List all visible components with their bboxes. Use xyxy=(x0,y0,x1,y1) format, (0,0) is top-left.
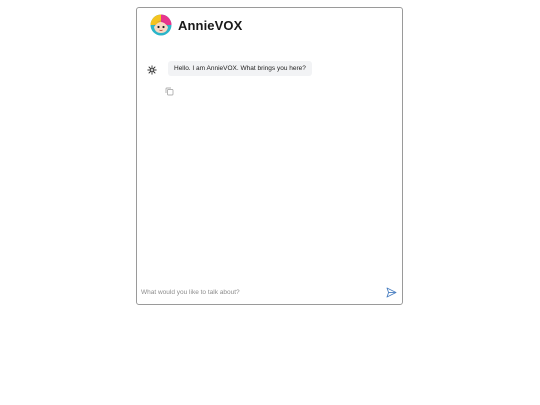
message-bubble: Hello. I am AnnieVOX. What brings you he… xyxy=(168,61,312,76)
message-composer xyxy=(141,284,398,300)
chat-header: AnnieVOX xyxy=(150,14,242,36)
annievox-avatar-icon xyxy=(150,14,172,36)
copy-icon[interactable] xyxy=(165,87,174,96)
app-title: AnnieVOX xyxy=(178,17,243,33)
sparkle-icon xyxy=(147,65,157,75)
chat-window: AnnieVOX Hello. I am AnnieVOX. What brin… xyxy=(136,7,403,305)
message-input[interactable] xyxy=(141,288,384,296)
bot-message: Hello. I am AnnieVOX. What brings you he… xyxy=(147,61,312,76)
send-button[interactable] xyxy=(384,285,398,299)
send-icon xyxy=(386,287,396,297)
